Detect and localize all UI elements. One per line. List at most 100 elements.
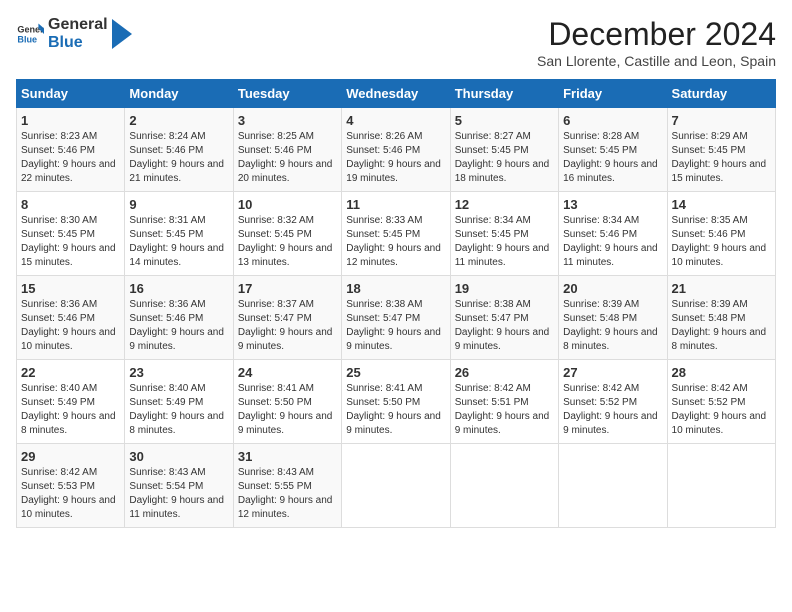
table-cell: 5 Sunrise: 8:27 AM Sunset: 5:45 PM Dayli… (450, 108, 558, 192)
table-cell: 22 Sunrise: 8:40 AM Sunset: 5:49 PM Dayl… (17, 360, 125, 444)
table-cell: 18 Sunrise: 8:38 AM Sunset: 5:47 PM Dayl… (342, 276, 450, 360)
day-number: 23 (129, 365, 228, 380)
header: General Blue General Blue December 2024 … (16, 16, 776, 69)
day-number: 24 (238, 365, 337, 380)
month-title: December 2024 (537, 16, 776, 53)
day-number: 28 (672, 365, 771, 380)
header-row: SundayMondayTuesdayWednesdayThursdayFrid… (17, 80, 776, 108)
day-number: 4 (346, 113, 445, 128)
day-number: 7 (672, 113, 771, 128)
table-cell: 14 Sunrise: 8:35 AM Sunset: 5:46 PM Dayl… (667, 192, 775, 276)
cell-content: Sunrise: 8:26 AM Sunset: 5:46 PM Dayligh… (346, 130, 445, 186)
header-wednesday: Wednesday (342, 80, 450, 108)
cell-content: Sunrise: 8:37 AM Sunset: 5:47 PM Dayligh… (238, 298, 337, 354)
day-number: 16 (129, 281, 228, 296)
cell-content: Sunrise: 8:39 AM Sunset: 5:48 PM Dayligh… (672, 298, 771, 354)
logo-general-text: General (48, 16, 108, 34)
day-number: 30 (129, 449, 228, 464)
table-cell: 17 Sunrise: 8:37 AM Sunset: 5:47 PM Dayl… (233, 276, 341, 360)
cell-content: Sunrise: 8:33 AM Sunset: 5:45 PM Dayligh… (346, 214, 445, 270)
cell-content: Sunrise: 8:38 AM Sunset: 5:47 PM Dayligh… (455, 298, 554, 354)
header-monday: Monday (125, 80, 233, 108)
logo-blue-text: Blue (48, 34, 108, 52)
cell-content: Sunrise: 8:30 AM Sunset: 5:45 PM Dayligh… (21, 214, 120, 270)
day-number: 20 (563, 281, 662, 296)
cell-content: Sunrise: 8:42 AM Sunset: 5:52 PM Dayligh… (672, 382, 771, 438)
table-cell: 28 Sunrise: 8:42 AM Sunset: 5:52 PM Dayl… (667, 360, 775, 444)
table-cell: 29 Sunrise: 8:42 AM Sunset: 5:53 PM Dayl… (17, 444, 125, 528)
table-cell: 31 Sunrise: 8:43 AM Sunset: 5:55 PM Dayl… (233, 444, 341, 528)
cell-content: Sunrise: 8:32 AM Sunset: 5:45 PM Dayligh… (238, 214, 337, 270)
cell-content: Sunrise: 8:42 AM Sunset: 5:53 PM Dayligh… (21, 466, 120, 522)
table-cell: 6 Sunrise: 8:28 AM Sunset: 5:45 PM Dayli… (559, 108, 667, 192)
header-saturday: Saturday (667, 80, 775, 108)
day-number: 5 (455, 113, 554, 128)
header-friday: Friday (559, 80, 667, 108)
cell-content: Sunrise: 8:36 AM Sunset: 5:46 PM Dayligh… (129, 298, 228, 354)
day-number: 6 (563, 113, 662, 128)
cell-content: Sunrise: 8:34 AM Sunset: 5:45 PM Dayligh… (455, 214, 554, 270)
cell-content: Sunrise: 8:41 AM Sunset: 5:50 PM Dayligh… (238, 382, 337, 438)
logo-icon: General Blue (16, 20, 44, 48)
day-number: 27 (563, 365, 662, 380)
table-cell: 9 Sunrise: 8:31 AM Sunset: 5:45 PM Dayli… (125, 192, 233, 276)
day-number: 14 (672, 197, 771, 212)
day-number: 22 (21, 365, 120, 380)
cell-content: Sunrise: 8:40 AM Sunset: 5:49 PM Dayligh… (129, 382, 228, 438)
table-cell: 20 Sunrise: 8:39 AM Sunset: 5:48 PM Dayl… (559, 276, 667, 360)
cell-content: Sunrise: 8:42 AM Sunset: 5:51 PM Dayligh… (455, 382, 554, 438)
day-number: 19 (455, 281, 554, 296)
header-tuesday: Tuesday (233, 80, 341, 108)
calendar-table: SundayMondayTuesdayWednesdayThursdayFrid… (16, 79, 776, 528)
cell-content: Sunrise: 8:36 AM Sunset: 5:46 PM Dayligh… (21, 298, 120, 354)
day-number: 13 (563, 197, 662, 212)
day-number: 11 (346, 197, 445, 212)
table-cell (559, 444, 667, 528)
day-number: 9 (129, 197, 228, 212)
cell-content: Sunrise: 8:42 AM Sunset: 5:52 PM Dayligh… (563, 382, 662, 438)
table-cell: 15 Sunrise: 8:36 AM Sunset: 5:46 PM Dayl… (17, 276, 125, 360)
day-number: 18 (346, 281, 445, 296)
day-number: 8 (21, 197, 120, 212)
cell-content: Sunrise: 8:40 AM Sunset: 5:49 PM Dayligh… (21, 382, 120, 438)
cell-content: Sunrise: 8:28 AM Sunset: 5:45 PM Dayligh… (563, 130, 662, 186)
table-cell: 7 Sunrise: 8:29 AM Sunset: 5:45 PM Dayli… (667, 108, 775, 192)
table-cell: 30 Sunrise: 8:43 AM Sunset: 5:54 PM Dayl… (125, 444, 233, 528)
table-cell: 25 Sunrise: 8:41 AM Sunset: 5:50 PM Dayl… (342, 360, 450, 444)
table-cell (342, 444, 450, 528)
cell-content: Sunrise: 8:23 AM Sunset: 5:46 PM Dayligh… (21, 130, 120, 186)
cell-content: Sunrise: 8:35 AM Sunset: 5:46 PM Dayligh… (672, 214, 771, 270)
cell-content: Sunrise: 8:43 AM Sunset: 5:55 PM Dayligh… (238, 466, 337, 522)
table-cell (450, 444, 558, 528)
header-thursday: Thursday (450, 80, 558, 108)
day-number: 2 (129, 113, 228, 128)
logo: General Blue General Blue (16, 16, 132, 52)
table-cell: 23 Sunrise: 8:40 AM Sunset: 5:49 PM Dayl… (125, 360, 233, 444)
cell-content: Sunrise: 8:41 AM Sunset: 5:50 PM Dayligh… (346, 382, 445, 438)
cell-content: Sunrise: 8:31 AM Sunset: 5:45 PM Dayligh… (129, 214, 228, 270)
table-cell: 13 Sunrise: 8:34 AM Sunset: 5:46 PM Dayl… (559, 192, 667, 276)
day-number: 1 (21, 113, 120, 128)
day-number: 26 (455, 365, 554, 380)
table-cell: 1 Sunrise: 8:23 AM Sunset: 5:46 PM Dayli… (17, 108, 125, 192)
cell-content: Sunrise: 8:39 AM Sunset: 5:48 PM Dayligh… (563, 298, 662, 354)
cell-content: Sunrise: 8:25 AM Sunset: 5:46 PM Dayligh… (238, 130, 337, 186)
day-number: 3 (238, 113, 337, 128)
cell-content: Sunrise: 8:38 AM Sunset: 5:47 PM Dayligh… (346, 298, 445, 354)
day-number: 17 (238, 281, 337, 296)
day-number: 15 (21, 281, 120, 296)
table-cell: 11 Sunrise: 8:33 AM Sunset: 5:45 PM Dayl… (342, 192, 450, 276)
table-cell: 10 Sunrise: 8:32 AM Sunset: 5:45 PM Dayl… (233, 192, 341, 276)
table-cell: 21 Sunrise: 8:39 AM Sunset: 5:48 PM Dayl… (667, 276, 775, 360)
day-number: 10 (238, 197, 337, 212)
logo-arrow-icon (112, 19, 132, 49)
title-area: December 2024 San Llorente, Castille and… (537, 16, 776, 69)
cell-content: Sunrise: 8:34 AM Sunset: 5:46 PM Dayligh… (563, 214, 662, 270)
svg-text:Blue: Blue (17, 34, 37, 44)
table-cell: 8 Sunrise: 8:30 AM Sunset: 5:45 PM Dayli… (17, 192, 125, 276)
day-number: 21 (672, 281, 771, 296)
table-cell: 27 Sunrise: 8:42 AM Sunset: 5:52 PM Dayl… (559, 360, 667, 444)
table-cell: 2 Sunrise: 8:24 AM Sunset: 5:46 PM Dayli… (125, 108, 233, 192)
day-number: 12 (455, 197, 554, 212)
table-cell: 16 Sunrise: 8:36 AM Sunset: 5:46 PM Dayl… (125, 276, 233, 360)
